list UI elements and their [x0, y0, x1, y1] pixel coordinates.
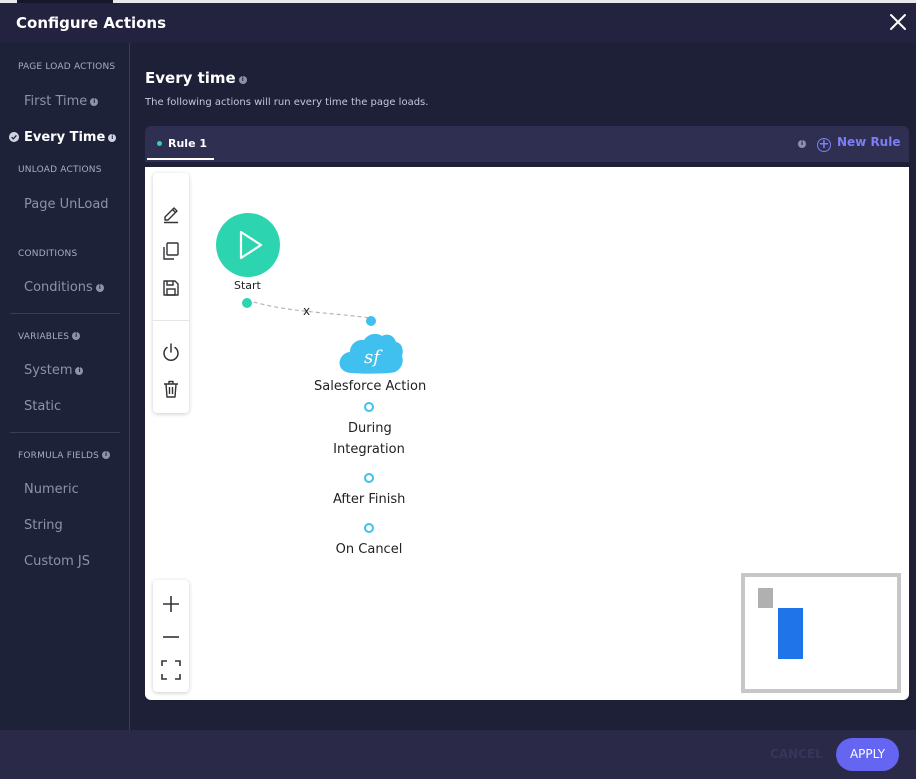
during-integration-port[interactable]	[364, 402, 374, 412]
zoom-out-icon[interactable]	[160, 626, 182, 648]
start-label: Start	[234, 279, 261, 292]
check-icon	[9, 132, 19, 142]
section-page-load-actions: PAGE LOAD ACTIONS	[18, 62, 116, 72]
sidebar-item-first-time[interactable]: First Time i	[24, 94, 99, 109]
tab-rule-1[interactable]: Rule 1	[147, 126, 214, 160]
page-title: Every time i	[145, 69, 247, 87]
sidebar-item-system[interactable]: System i	[24, 363, 84, 378]
canvas-toolbar	[153, 173, 189, 413]
info-icon: i	[90, 98, 99, 106]
minimap-start-node	[758, 588, 773, 608]
zoom-in-icon[interactable]	[160, 593, 182, 615]
salesforce-action-label: Salesforce Action	[314, 379, 427, 394]
sidebar-item-label: Conditions	[24, 280, 93, 295]
cancel-button[interactable]: CANCEL	[770, 747, 823, 761]
modal-footer: CANCEL APPLY	[0, 730, 916, 779]
rule-tabs-bar: Rule 1 i + New Rule	[145, 126, 909, 162]
sidebar-item-label: Every Time	[24, 130, 106, 145]
sidebar: PAGE LOAD ACTIONS First Time i Every Time…	[0, 43, 130, 730]
sidebar-divider	[10, 432, 120, 433]
plus-circle-icon: +	[817, 137, 831, 152]
page-title-text: Every time	[145, 69, 236, 87]
new-rule-button[interactable]: + New Rule	[817, 135, 900, 152]
configure-actions-modal: Configure Actions PAGE LOAD ACTIONS Firs…	[0, 3, 916, 779]
close-icon[interactable]	[888, 12, 908, 32]
start-node[interactable]	[215, 212, 281, 278]
section-label: FORMULA FIELDS	[18, 451, 100, 461]
sidebar-divider	[10, 313, 120, 314]
info-icon: i	[75, 367, 84, 375]
on-cancel-label: On Cancel	[335, 542, 403, 557]
info-icon: i	[102, 451, 111, 459]
after-finish-port[interactable]	[364, 473, 374, 483]
pencil-icon[interactable]	[160, 203, 182, 225]
info-icon: i	[108, 134, 117, 142]
action-input-port[interactable]	[366, 316, 376, 326]
minimap[interactable]	[741, 573, 901, 693]
on-cancel-port[interactable]	[364, 523, 374, 533]
zoom-controls	[153, 580, 189, 692]
sidebar-item-every-time[interactable]: Every Time i	[24, 130, 117, 145]
info-icon: i	[72, 332, 81, 340]
info-icon: i	[238, 76, 247, 84]
sidebar-item-label: System	[24, 363, 73, 378]
save-icon[interactable]	[160, 277, 182, 299]
active-dot	[157, 141, 162, 146]
section-label: VARIABLES	[18, 332, 70, 342]
after-finish-label: After Finish	[333, 492, 406, 507]
power-icon[interactable]	[160, 341, 182, 363]
minimap-action-node	[778, 608, 803, 659]
fit-view-icon[interactable]	[160, 659, 182, 681]
sidebar-item-custom-js[interactable]: Custom JS	[24, 554, 90, 569]
start-output-port[interactable]	[242, 298, 252, 308]
modal-header: Configure Actions	[0, 3, 916, 43]
section-formula-fields: FORMULA FIELDS i	[18, 451, 111, 461]
trash-icon[interactable]	[160, 378, 182, 400]
edge-delete-label[interactable]: x	[303, 304, 310, 318]
salesforce-node[interactable]: sf	[338, 331, 404, 377]
copy-icon[interactable]	[160, 240, 182, 262]
new-rule-label: New Rule	[837, 135, 901, 149]
page-subtitle: The following actions will run every tim…	[145, 97, 429, 108]
sidebar-item-label: First Time	[24, 94, 88, 109]
sidebar-item-conditions[interactable]: Conditions i	[24, 280, 104, 295]
section-unload-actions: UNLOAD ACTIONS	[18, 165, 102, 175]
apply-button[interactable]: APPLY	[836, 738, 899, 771]
toolbar-divider	[153, 320, 189, 321]
section-conditions: CONDITIONS	[18, 249, 78, 259]
sidebar-item-numeric[interactable]: Numeric	[24, 482, 79, 497]
during-label-line2: Integration	[333, 442, 405, 457]
modal-title: Configure Actions	[16, 14, 167, 32]
sidebar-item-string[interactable]: String	[24, 518, 63, 533]
during-label-line1: During	[348, 421, 392, 436]
sidebar-item-static[interactable]: Static	[24, 399, 61, 414]
section-variables: VARIABLES i	[18, 332, 81, 342]
flow-canvas[interactable]: x Start sf Salesforce Action During Inte…	[145, 167, 909, 700]
info-icon: i	[798, 140, 806, 148]
tab-label: Rule 1	[168, 137, 208, 150]
sidebar-item-page-unload[interactable]: Page UnLoad	[24, 197, 109, 212]
info-icon: i	[95, 284, 104, 292]
